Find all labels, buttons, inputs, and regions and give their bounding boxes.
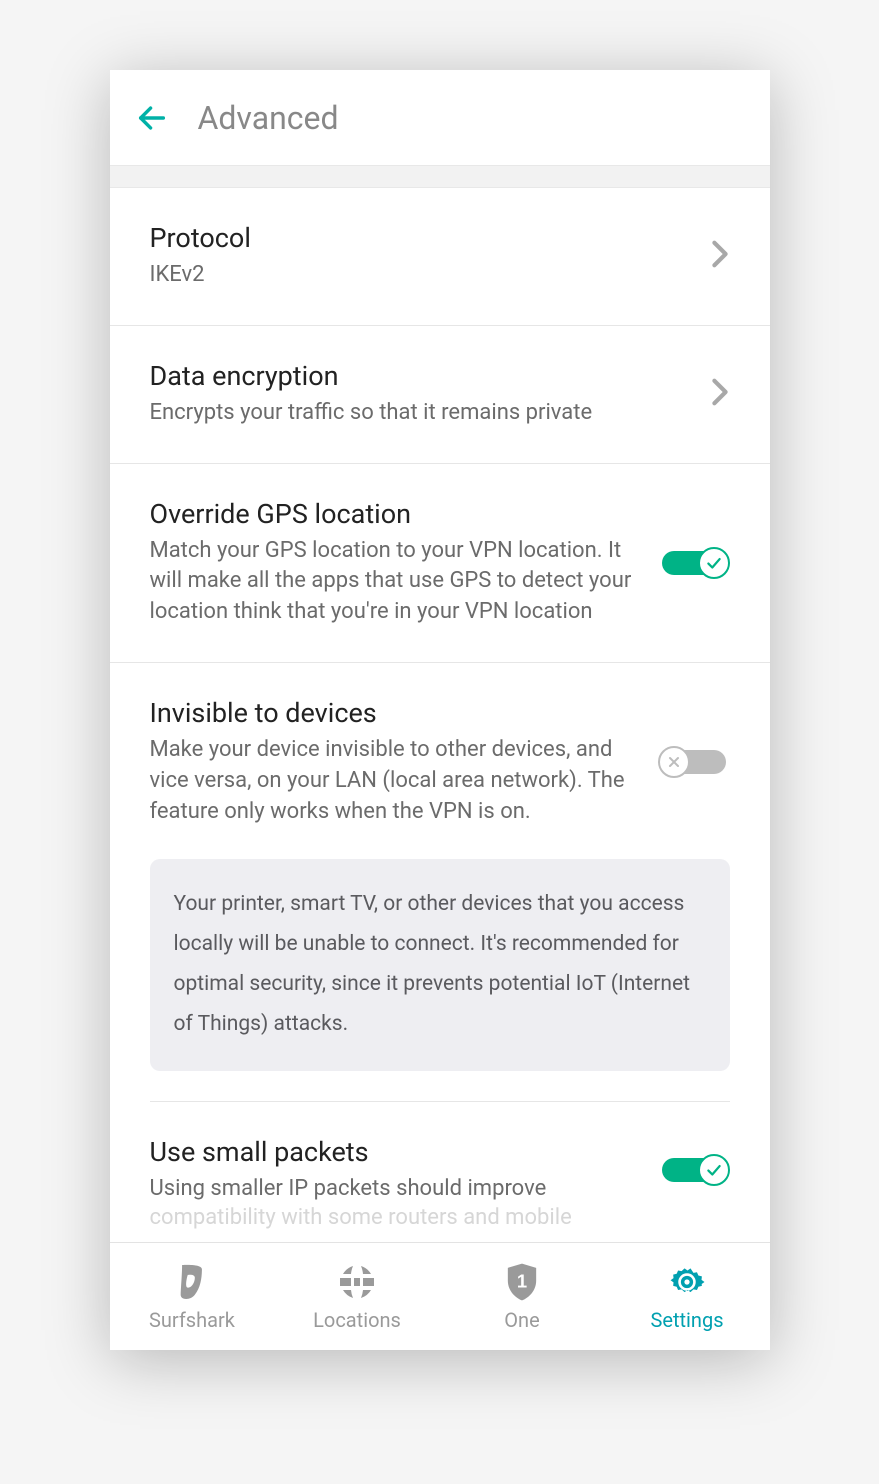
row-title: Data encryption bbox=[150, 360, 690, 392]
nav-label: Surfshark bbox=[149, 1308, 235, 1332]
check-icon bbox=[698, 1154, 730, 1186]
row-small-packets: Use small packets Using smaller IP packe… bbox=[110, 1102, 770, 1205]
settings-advanced-screen: Advanced Protocol IKEv2 Data encryption … bbox=[110, 70, 770, 1350]
nav-label: One bbox=[504, 1308, 539, 1332]
row-title: Protocol bbox=[150, 222, 690, 254]
section-gap bbox=[110, 166, 770, 188]
row-subtitle: Encrypts your traffic so that it remains… bbox=[150, 398, 690, 429]
row-subtitle: Using smaller IP packets should improve bbox=[150, 1174, 638, 1205]
nav-surfshark[interactable]: Surfshark bbox=[110, 1243, 275, 1350]
nav-locations[interactable]: Locations bbox=[275, 1243, 440, 1350]
toggle-invisible-to-devices[interactable] bbox=[658, 744, 730, 780]
row-subtitle: Match your GPS location to your VPN loca… bbox=[150, 536, 638, 628]
page-title: Advanced bbox=[198, 99, 339, 137]
nav-one[interactable]: 1 One bbox=[440, 1243, 605, 1350]
globe-icon bbox=[337, 1262, 377, 1302]
bottom-nav: Surfshark Locations 1 One bbox=[110, 1242, 770, 1350]
check-icon bbox=[698, 547, 730, 579]
back-arrow-icon[interactable] bbox=[134, 100, 170, 136]
nav-label: Locations bbox=[313, 1308, 401, 1332]
row-title: Invisible to devices bbox=[150, 697, 638, 729]
nav-label: Settings bbox=[650, 1308, 723, 1332]
toggle-small-packets[interactable] bbox=[658, 1152, 730, 1188]
row-data-encryption[interactable]: Data encryption Encrypts your traffic so… bbox=[110, 326, 770, 464]
settings-list: Protocol IKEv2 Data encryption Encrypts … bbox=[110, 188, 770, 1242]
info-box-invisible: Your printer, smart TV, or other devices… bbox=[150, 859, 730, 1071]
row-protocol[interactable]: Protocol IKEv2 bbox=[110, 188, 770, 326]
row-value: IKEv2 bbox=[150, 260, 690, 291]
shield-one-icon: 1 bbox=[505, 1262, 539, 1302]
gear-icon bbox=[666, 1262, 708, 1302]
x-icon bbox=[658, 746, 690, 778]
row-subtitle: Make your device invisible to other devi… bbox=[150, 735, 638, 827]
chevron-right-icon bbox=[710, 377, 730, 411]
nav-settings[interactable]: Settings bbox=[605, 1243, 770, 1350]
row-override-gps: Override GPS location Match your GPS loc… bbox=[110, 464, 770, 663]
toggle-override-gps[interactable] bbox=[658, 545, 730, 581]
chevron-right-icon bbox=[710, 239, 730, 273]
row-title: Use small packets bbox=[150, 1136, 638, 1168]
truncated-text: compatibility with some routers and mobi… bbox=[110, 1205, 770, 1230]
svg-text:1: 1 bbox=[517, 1270, 527, 1291]
surfshark-icon bbox=[175, 1262, 209, 1302]
header-bar: Advanced bbox=[110, 70, 770, 166]
row-invisible-to-devices: Invisible to devices Make your device in… bbox=[110, 663, 770, 839]
row-title: Override GPS location bbox=[150, 498, 638, 530]
